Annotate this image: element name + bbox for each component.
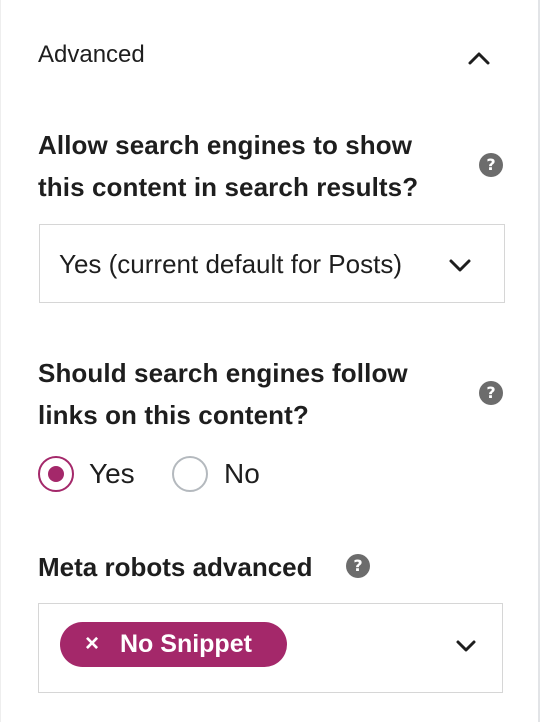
chevron-up-icon[interactable] [467,50,491,66]
radio-yes[interactable] [38,456,74,492]
section-title: Advanced [38,41,145,68]
help-icon[interactable]: ? [479,381,503,405]
search-visibility-select[interactable]: Yes (current default for Posts) [39,224,505,303]
tag-no-snippet: × No Snippet [60,622,287,667]
meta-robots-label: Meta robots advanced [38,546,313,588]
radio-yes-label[interactable]: Yes [89,458,135,490]
follow-links-question: Should search engines follow links on th… [38,358,408,430]
help-icon[interactable]: ? [346,554,370,578]
chevron-down-icon [449,259,471,272]
help-icon[interactable]: ? [479,153,503,177]
meta-robots-label-text: Meta robots advanced [38,552,313,582]
advanced-section-toggle[interactable]: Advanced [1,0,539,112]
select-value: Yes (current default for Posts) [59,249,402,279]
radio-no-label[interactable]: No [224,458,260,490]
radio-no[interactable] [172,456,208,492]
advanced-panel: Advanced Allow search engines to show th… [0,0,540,722]
meta-robots-multiselect[interactable]: × No Snippet [38,603,503,693]
search-visibility-question: Allow search engines to show this conten… [38,130,419,202]
tag-remove-icon[interactable]: × [85,630,99,658]
chevron-down-icon[interactable] [455,639,477,654]
tag-label: No Snippet [120,630,252,658]
follow-links-radio-group: Yes No [38,456,338,496]
